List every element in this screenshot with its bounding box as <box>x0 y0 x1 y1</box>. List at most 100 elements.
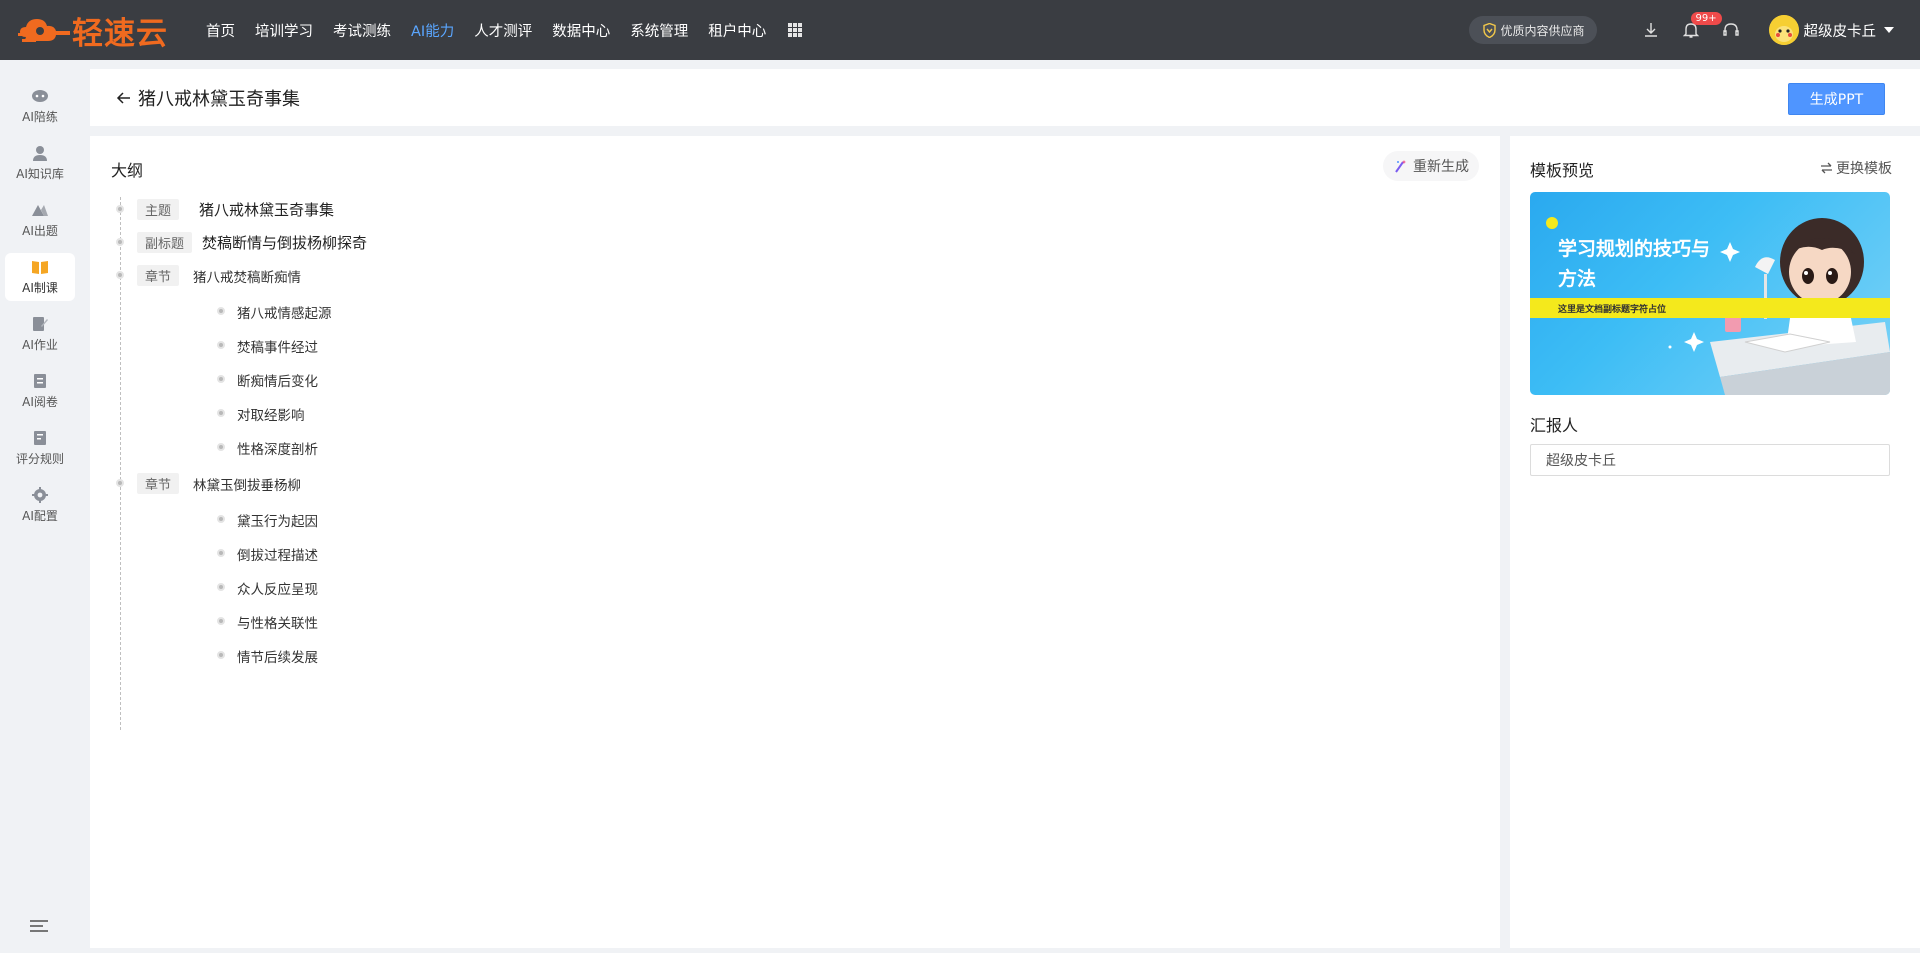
outline-section-row[interactable]: 对取经影响 <box>237 404 305 424</box>
chevron-down-icon <box>1884 27 1894 33</box>
sidebar-item-label: AI配置 <box>22 508 58 523</box>
edit-doc-icon <box>33 316 48 331</box>
sidebar-item-ai-knowledge[interactable]: AI知识库 <box>5 139 75 187</box>
nav-talent[interactable]: 人才测评 <box>474 20 532 41</box>
outline-section-row[interactable]: 与性格关联性 <box>237 612 318 632</box>
nav-exam[interactable]: 考试测练 <box>333 20 391 41</box>
topic-text: 猪八戒林黛玉奇事集 <box>199 201 335 219</box>
top-right-tools: 优质内容供应商 99+ 超级皮卡丘 <box>1469 0 1920 60</box>
outline-chapter-row[interactable]: 章节 林黛玉倒拔垂杨柳 <box>137 473 301 494</box>
tree-node-dot <box>217 443 225 451</box>
back-button[interactable]: 猪八戒林黛玉奇事集 <box>116 85 300 111</box>
review-doc-icon <box>34 373 46 388</box>
section-text: 断痴情后变化 <box>237 374 318 390</box>
tree-node-dot <box>116 271 124 279</box>
sidebar-item-label: 评分规则 <box>15 451 64 466</box>
tree-node-dot <box>217 375 225 383</box>
section-text: 对取经影响 <box>237 408 305 424</box>
template-thumbnail[interactable]: 学习规划的技巧与方法 这里是文档副标题字符占位 <box>1530 192 1890 395</box>
nav-data-center[interactable]: 数据中心 <box>552 20 610 41</box>
template-panel: 模板预览 更换模板 学习规划的技巧与方法 这里是文档副标题字符占位 汇报人 超级… <box>1510 136 1920 948</box>
magic-wand-icon <box>1395 160 1406 173</box>
tree-node-dot <box>217 549 225 557</box>
collapse-menu-icon[interactable] <box>30 920 48 934</box>
sidebar-item-label: AI出题 <box>22 223 58 238</box>
outline-section-row[interactable]: 情节后续发展 <box>237 646 318 666</box>
sidebar-item-ai-grading[interactable]: AI阅卷 <box>5 367 75 415</box>
nav-system[interactable]: 系统管理 <box>630 20 688 41</box>
sidebar-item-ai-config[interactable]: AI配置 <box>5 481 75 529</box>
outline-section-row[interactable]: 众人反应呈现 <box>237 578 318 598</box>
sidebar-item-scoring-rules[interactable]: 评分规则 <box>5 424 75 472</box>
user-book-icon <box>33 145 47 161</box>
outline-section-row[interactable]: 猪八戒情感起源 <box>237 302 332 322</box>
chapter-title: 猪八戒焚稿断痴情 <box>193 269 302 286</box>
outline-section-row[interactable]: 性格深度剖析 <box>237 438 318 458</box>
sidebar-item-ai-homework[interactable]: AI作业 <box>5 310 75 358</box>
supplier-label: 优质内容供应商 <box>1500 23 1585 38</box>
tree-node-dot <box>217 583 225 591</box>
sidebar-item-label: AI知识库 <box>16 166 64 181</box>
open-book-icon <box>32 260 48 274</box>
tree-node-dot <box>217 617 225 625</box>
topic-tag: 主题 <box>137 199 180 220</box>
outline-section-row[interactable]: 焚稿事件经过 <box>237 336 318 356</box>
template-thumb-subtitle: 这里是文档副标题字符占位 <box>1558 305 1667 315</box>
nav-home[interactable]: 首页 <box>206 20 235 41</box>
main-nav: 首页 培训学习 考试测练 AI能力 人才测评 数据中心 系统管理 租户中心 <box>206 20 803 41</box>
nav-tenant[interactable]: 租户中心 <box>708 20 766 41</box>
rules-doc-icon <box>34 430 46 445</box>
brand-logo[interactable]: 轻速云 <box>18 10 190 52</box>
outline-topic-row[interactable]: 主题 猪八戒林黛玉奇事集 <box>137 199 334 220</box>
subtitle-text: 焚稿断情与倒拔杨柳探奇 <box>202 234 368 252</box>
user-menu[interactable]: 超级皮卡丘 <box>1768 15 1894 45</box>
section-text: 焚稿事件经过 <box>237 340 318 356</box>
template-thumb-title: 学习规划的技巧与方法 <box>1558 238 1711 290</box>
notification-bell-icon[interactable]: 99+ <box>1681 12 1722 40</box>
gear-icon <box>32 486 48 503</box>
notification-count-badge: 99+ <box>1690 12 1722 25</box>
left-sidebar: AI陪练 AI知识库 AI出题 AI制课 AI作业 AI阅卷 评分规则 AI配置 <box>0 60 80 953</box>
outline-section-row[interactable]: 断痴情后变化 <box>237 370 318 390</box>
headset-support-icon[interactable] <box>1721 20 1741 40</box>
avatar <box>1768 15 1799 45</box>
download-icon[interactable] <box>1641 20 1661 40</box>
regenerate-button[interactable]: 重新生成 <box>1383 151 1479 181</box>
chat-robot-icon <box>32 89 48 102</box>
outline-section-row[interactable]: 倒拔过程描述 <box>237 544 318 564</box>
reporter-input[interactable] <box>1530 444 1890 476</box>
sidebar-item-ai-practice[interactable]: AI陪练 <box>5 82 75 130</box>
nav-ai-ability[interactable]: AI能力 <box>411 20 454 41</box>
tree-node-dot <box>116 238 124 246</box>
page-header: 猪八戒林黛玉奇事集 生成PPT <box>90 69 1920 126</box>
chapter-tag: 章节 <box>137 473 180 494</box>
regenerate-label: 重新生成 <box>1413 159 1469 175</box>
nav-training[interactable]: 培训学习 <box>255 20 313 41</box>
arrow-left-icon <box>116 92 130 104</box>
tree-node-dot <box>217 409 225 417</box>
tree-node-dot <box>116 205 124 213</box>
outline-title: 大纲 <box>111 161 144 180</box>
user-name: 超级皮卡丘 <box>1803 23 1877 40</box>
swap-arrows-icon <box>1821 162 1832 174</box>
sidebar-item-ai-course[interactable]: AI制课 <box>5 253 75 301</box>
app-grid-icon[interactable] <box>788 23 803 37</box>
template-preview-title: 模板预览 <box>1530 161 1595 180</box>
chapter-tag: 章节 <box>137 265 180 286</box>
shield-icon <box>1483 22 1497 38</box>
swap-template-button[interactable]: 更换模板 <box>1820 158 1892 178</box>
outline-chapter-row[interactable]: 章节 猪八戒焚稿断痴情 <box>137 265 301 286</box>
tree-node-dot <box>217 307 225 315</box>
supplier-badge[interactable]: 优质内容供应商 <box>1469 16 1597 44</box>
sidebar-item-label: AI作业 <box>22 337 58 352</box>
swap-template-label: 更换模板 <box>1836 161 1892 177</box>
sidebar-item-ai-questions[interactable]: AI出题 <box>5 196 75 244</box>
page-title: 猪八戒林黛玉奇事集 <box>138 89 300 110</box>
outline-section-row[interactable]: 黛玉行为起因 <box>237 510 318 530</box>
section-text: 众人反应呈现 <box>237 582 318 598</box>
triangle-pen-icon <box>32 204 48 216</box>
outline-panel: 大纲 重新生成 主题 猪八戒林黛玉奇事集 副标题 焚稿断情与倒拔杨柳探奇 章节 … <box>90 136 1500 948</box>
section-text: 倒拔过程描述 <box>237 548 318 564</box>
outline-subtitle-row[interactable]: 副标题 焚稿断情与倒拔杨柳探奇 <box>137 232 367 253</box>
generate-ppt-button[interactable]: 生成PPT <box>1788 83 1885 115</box>
